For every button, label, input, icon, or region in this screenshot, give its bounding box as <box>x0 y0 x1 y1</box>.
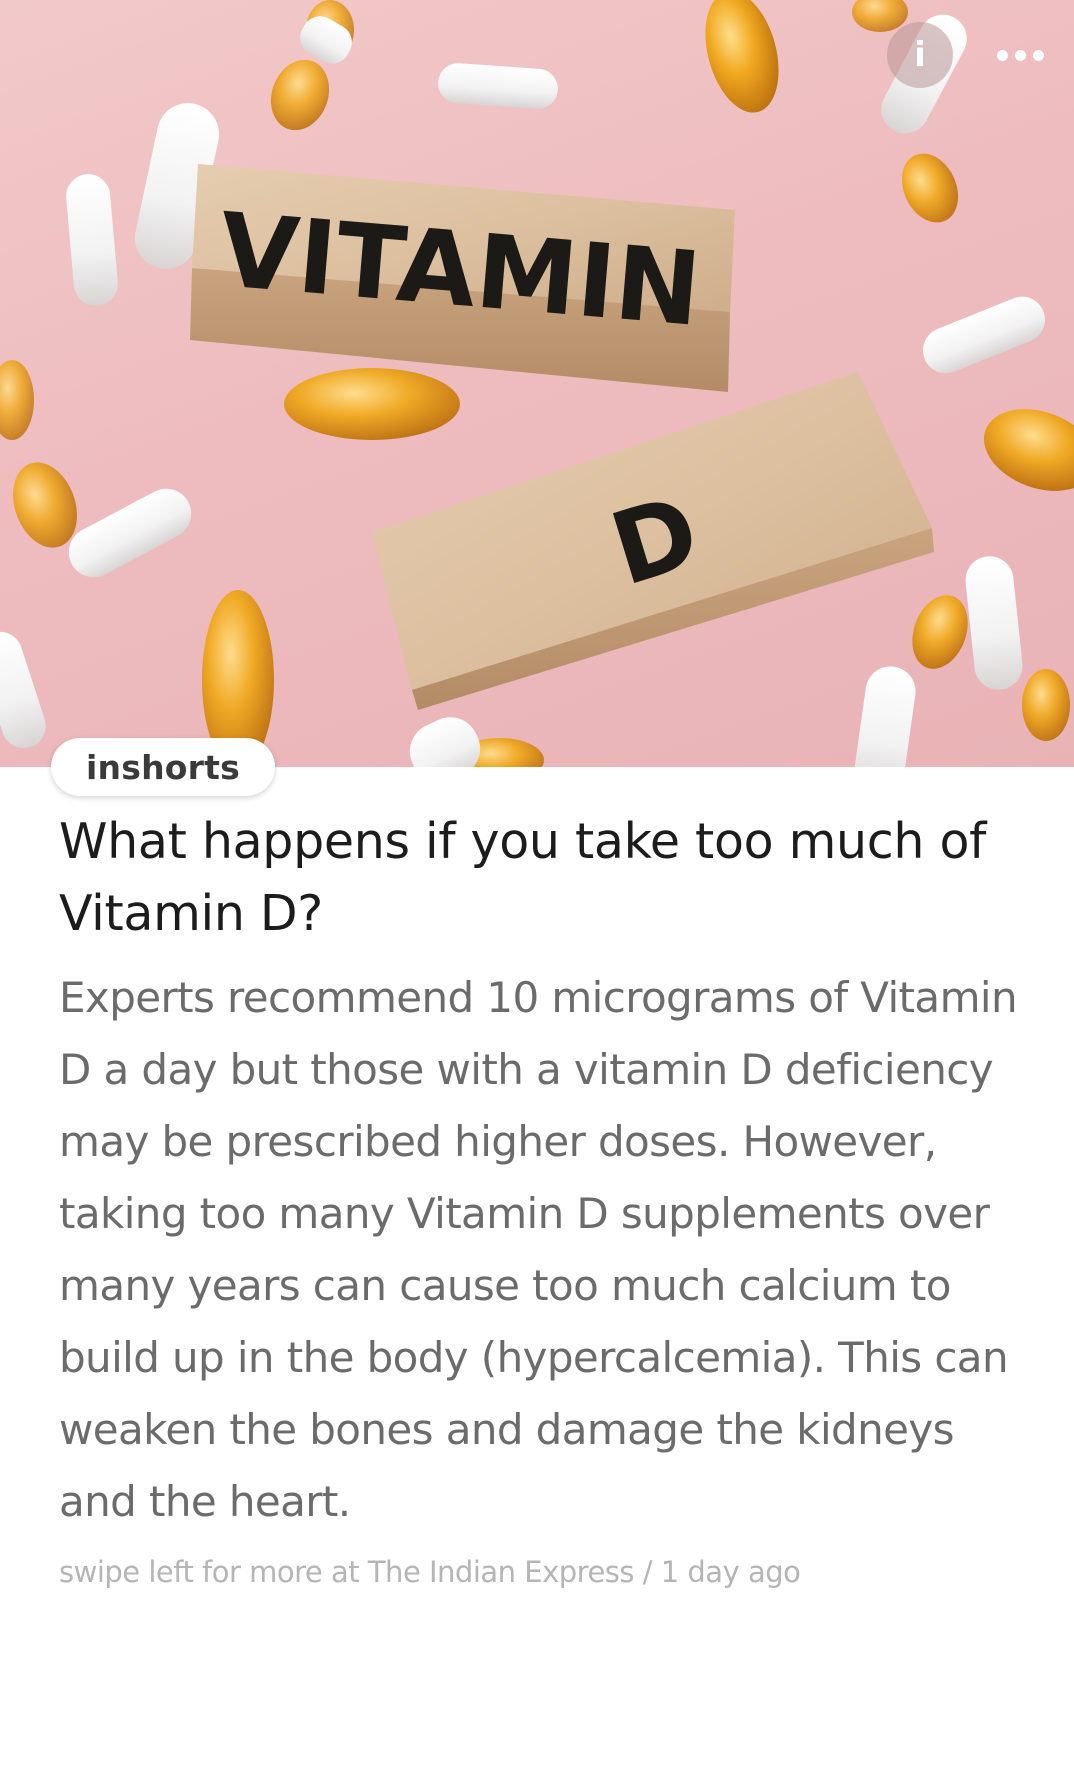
article-footer[interactable]: swipe left for more at The Indian Expres… <box>59 1552 1019 1592</box>
article-title[interactable]: What happens if you take too much of Vit… <box>59 806 1019 950</box>
more-options-dot <box>997 49 1008 61</box>
more-options-icon[interactable] <box>993 42 1048 69</box>
vitamin-block: VITAMIN <box>190 164 735 392</box>
news-card: VITAMIN D i inshorts What happens if you… <box>0 0 1074 1789</box>
time-ago: 1 day ago <box>660 1555 801 1589</box>
source-badge[interactable]: inshorts <box>51 738 275 796</box>
info-button[interactable]: i <box>887 22 953 88</box>
article-body: Experts recommend 10 micrograms of Vitam… <box>59 973 1018 1526</box>
footer-prefix: swipe left for more at <box>59 1555 368 1589</box>
more-options-dot <box>1015 49 1026 61</box>
publisher-link[interactable]: The Indian Express <box>368 1555 635 1589</box>
vitamin-d-illustration: VITAMIN D <box>0 0 1074 767</box>
info-icon: i <box>914 35 926 75</box>
article-image[interactable]: VITAMIN D i <box>0 0 1074 767</box>
footer-separator: / <box>634 1555 661 1589</box>
more-options-dot <box>1033 49 1044 61</box>
d-block: D <box>372 372 934 710</box>
image-controls: i <box>887 22 1048 88</box>
article-content: What happens if you take too much of Vit… <box>59 806 1019 1592</box>
